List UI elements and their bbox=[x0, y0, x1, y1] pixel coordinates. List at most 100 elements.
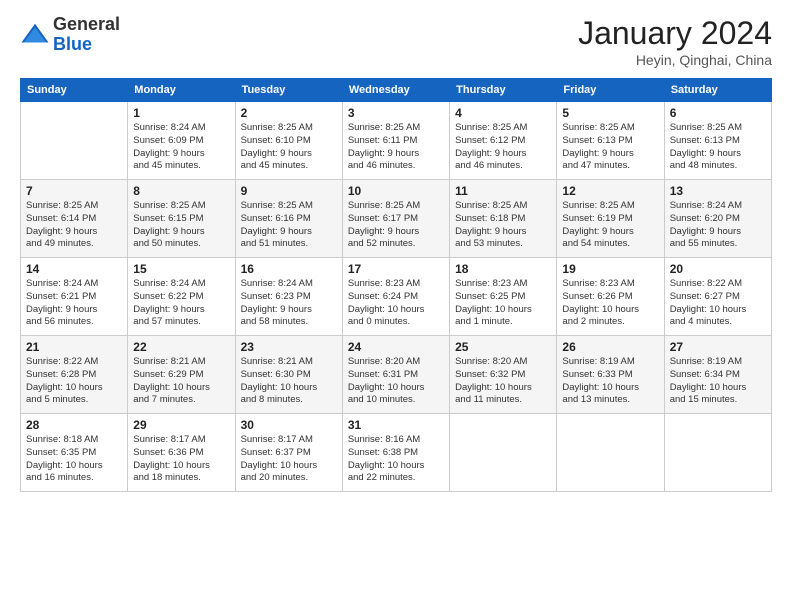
calendar-cell bbox=[450, 414, 557, 492]
day-number: 14 bbox=[26, 262, 122, 276]
calendar-cell: 27 Sunrise: 8:19 AMSunset: 6:34 PMDayligh… bbox=[664, 336, 771, 414]
day-info: Sunrise: 8:17 AMSunset: 6:37 PMDaylight:… bbox=[241, 434, 337, 485]
day-number: 18 bbox=[455, 262, 551, 276]
calendar-cell: 13Sunrise: 8:24 AMSunset: 6:20 PMDayligh… bbox=[664, 180, 771, 258]
day-number: 29 bbox=[133, 418, 229, 432]
calendar-dow-tuesday: Tuesday bbox=[235, 79, 342, 102]
logo-blue: Blue bbox=[53, 34, 92, 54]
day-number: 25 bbox=[455, 340, 551, 354]
day-info: Sunrise: 8:23 AMSunset: 6:26 PMDaylight:… bbox=[562, 278, 658, 329]
calendar-week-1: 7Sunrise: 8:25 AMSunset: 6:14 PMDaylight… bbox=[21, 180, 772, 258]
day-number: 31 bbox=[348, 418, 444, 432]
calendar-cell: 5Sunrise: 8:25 AMSunset: 6:13 PMDaylight… bbox=[557, 102, 664, 180]
day-info: Sunrise: 8:22 AMSunset: 6:27 PMDaylight:… bbox=[670, 278, 766, 329]
calendar-cell: 28Sunrise: 8:18 AMSunset: 6:35 PMDayligh… bbox=[21, 414, 128, 492]
day-info: Sunrise: 8:24 AMSunset: 6:22 PMDaylight:… bbox=[133, 278, 229, 329]
day-number: 12 bbox=[562, 184, 658, 198]
day-info: Sunrise: 8:19 AMSunset: 6:34 PMDaylight:… bbox=[670, 356, 766, 407]
day-info: Sunrise: 8:25 AMSunset: 6:17 PMDaylight:… bbox=[348, 200, 444, 251]
day-info: Sunrise: 8:21 AMSunset: 6:29 PMDaylight:… bbox=[133, 356, 229, 407]
calendar-cell: 15 Sunrise: 8:24 AMSunset: 6:22 PMDayligh… bbox=[128, 258, 235, 336]
day-number: 28 bbox=[26, 418, 122, 432]
day-info: Sunrise: 8:25 AMSunset: 6:13 PMDaylight:… bbox=[670, 122, 766, 173]
day-info: Sunrise: 8:24 AMSunset: 6:21 PMDaylight:… bbox=[26, 278, 122, 329]
location: Heyin, Qinghai, China bbox=[578, 52, 772, 68]
calendar-header-row: SundayMondayTuesdayWednesdayThursdayFrid… bbox=[21, 79, 772, 102]
calendar-cell: 9Sunrise: 8:25 AMSunset: 6:16 PMDaylight… bbox=[235, 180, 342, 258]
day-number: 21 bbox=[26, 340, 122, 354]
day-info: Sunrise: 8:25 AMSunset: 6:12 PMDaylight:… bbox=[455, 122, 551, 173]
calendar-dow-monday: Monday bbox=[128, 79, 235, 102]
day-info: Sunrise: 8:21 AMSunset: 6:30 PMDaylight:… bbox=[241, 356, 337, 407]
calendar-cell: 20Sunrise: 8:22 AMSunset: 6:27 PMDayligh… bbox=[664, 258, 771, 336]
day-info: Sunrise: 8:25 AMSunset: 6:10 PMDaylight:… bbox=[241, 122, 337, 173]
calendar-cell: 1 Sunrise: 8:24 AMSunset: 6:09 PMDaylight… bbox=[128, 102, 235, 180]
day-number: 1 bbox=[133, 106, 229, 120]
day-number: 16 bbox=[241, 262, 337, 276]
calendar-cell bbox=[21, 102, 128, 180]
day-info: Sunrise: 8:25 AMSunset: 6:18 PMDaylight:… bbox=[455, 200, 551, 251]
day-number: 22 bbox=[133, 340, 229, 354]
day-number: 26 bbox=[562, 340, 658, 354]
calendar-cell: 22 Sunrise: 8:21 AMSunset: 6:29 PMDayligh… bbox=[128, 336, 235, 414]
day-number: 24 bbox=[348, 340, 444, 354]
day-number: 4 bbox=[455, 106, 551, 120]
calendar-cell: 12 Sunrise: 8:25 AMSunset: 6:19 PMDayligh… bbox=[557, 180, 664, 258]
day-number: 6 bbox=[670, 106, 766, 120]
day-info: Sunrise: 8:24 AMSunset: 6:09 PMDaylight:… bbox=[133, 122, 229, 173]
day-info: Sunrise: 8:23 AMSunset: 6:25 PMDaylight:… bbox=[455, 278, 551, 329]
calendar-cell: 8 Sunrise: 8:25 AMSunset: 6:15 PMDaylight… bbox=[128, 180, 235, 258]
calendar-cell: 24 Sunrise: 8:20 AMSunset: 6:31 PMDayligh… bbox=[342, 336, 449, 414]
day-number: 15 bbox=[133, 262, 229, 276]
day-number: 11 bbox=[455, 184, 551, 198]
logo: General Blue bbox=[20, 15, 120, 55]
calendar-dow-saturday: Saturday bbox=[664, 79, 771, 102]
day-number: 2 bbox=[241, 106, 337, 120]
day-info: Sunrise: 8:25 AMSunset: 6:11 PMDaylight:… bbox=[348, 122, 444, 173]
calendar-week-4: 28Sunrise: 8:18 AMSunset: 6:35 PMDayligh… bbox=[21, 414, 772, 492]
day-number: 23 bbox=[241, 340, 337, 354]
day-info: Sunrise: 8:25 AMSunset: 6:19 PMDaylight:… bbox=[562, 200, 658, 251]
calendar-cell: 16Sunrise: 8:24 AMSunset: 6:23 PMDayligh… bbox=[235, 258, 342, 336]
calendar-cell: 17Sunrise: 8:23 AMSunset: 6:24 PMDayligh… bbox=[342, 258, 449, 336]
calendar-cell: 3Sunrise: 8:25 AMSunset: 6:11 PMDaylight… bbox=[342, 102, 449, 180]
calendar-cell: 19Sunrise: 8:23 AMSunset: 6:26 PMDayligh… bbox=[557, 258, 664, 336]
day-info: Sunrise: 8:16 AMSunset: 6:38 PMDaylight:… bbox=[348, 434, 444, 485]
calendar-cell: 10 Sunrise: 8:25 AMSunset: 6:17 PMDayligh… bbox=[342, 180, 449, 258]
day-info: Sunrise: 8:25 AMSunset: 6:16 PMDaylight:… bbox=[241, 200, 337, 251]
calendar-week-2: 14 Sunrise: 8:24 AMSunset: 6:21 PMDayligh… bbox=[21, 258, 772, 336]
calendar-dow-thursday: Thursday bbox=[450, 79, 557, 102]
calendar-cell: 14 Sunrise: 8:24 AMSunset: 6:21 PMDayligh… bbox=[21, 258, 128, 336]
day-number: 10 bbox=[348, 184, 444, 198]
calendar-dow-wednesday: Wednesday bbox=[342, 79, 449, 102]
calendar-cell: 6 Sunrise: 8:25 AMSunset: 6:13 PMDaylight… bbox=[664, 102, 771, 180]
calendar-week-0: 1 Sunrise: 8:24 AMSunset: 6:09 PMDaylight… bbox=[21, 102, 772, 180]
page: General Blue January 2024 Heyin, Qinghai… bbox=[0, 0, 792, 612]
calendar-table: SundayMondayTuesdayWednesdayThursdayFrid… bbox=[20, 78, 772, 492]
calendar-cell: 11 Sunrise: 8:25 AMSunset: 6:18 PMDayligh… bbox=[450, 180, 557, 258]
logo-text: General Blue bbox=[53, 15, 120, 55]
calendar-cell: 25 Sunrise: 8:20 AMSunset: 6:32 PMDayligh… bbox=[450, 336, 557, 414]
calendar-cell: 21 Sunrise: 8:22 AMSunset: 6:28 PMDayligh… bbox=[21, 336, 128, 414]
day-number: 17 bbox=[348, 262, 444, 276]
day-info: Sunrise: 8:20 AMSunset: 6:31 PMDaylight:… bbox=[348, 356, 444, 407]
calendar-dow-friday: Friday bbox=[557, 79, 664, 102]
header: General Blue January 2024 Heyin, Qinghai… bbox=[20, 15, 772, 68]
day-info: Sunrise: 8:17 AMSunset: 6:36 PMDaylight:… bbox=[133, 434, 229, 485]
day-number: 30 bbox=[241, 418, 337, 432]
calendar-cell: 26Sunrise: 8:19 AMSunset: 6:33 PMDayligh… bbox=[557, 336, 664, 414]
day-info: Sunrise: 8:24 AMSunset: 6:20 PMDaylight:… bbox=[670, 200, 766, 251]
day-info: Sunrise: 8:25 AMSunset: 6:14 PMDaylight:… bbox=[26, 200, 122, 251]
day-info: Sunrise: 8:20 AMSunset: 6:32 PMDaylight:… bbox=[455, 356, 551, 407]
day-info: Sunrise: 8:25 AMSunset: 6:15 PMDaylight:… bbox=[133, 200, 229, 251]
calendar-week-3: 21 Sunrise: 8:22 AMSunset: 6:28 PMDayligh… bbox=[21, 336, 772, 414]
day-info: Sunrise: 8:22 AMSunset: 6:28 PMDaylight:… bbox=[26, 356, 122, 407]
title-block: January 2024 Heyin, Qinghai, China bbox=[578, 15, 772, 68]
day-info: Sunrise: 8:25 AMSunset: 6:13 PMDaylight:… bbox=[562, 122, 658, 173]
day-number: 8 bbox=[133, 184, 229, 198]
day-number: 27 bbox=[670, 340, 766, 354]
calendar-cell: 23 Sunrise: 8:21 AMSunset: 6:30 PMDayligh… bbox=[235, 336, 342, 414]
calendar-cell: 18 Sunrise: 8:23 AMSunset: 6:25 PMDayligh… bbox=[450, 258, 557, 336]
calendar-cell: 7Sunrise: 8:25 AMSunset: 6:14 PMDaylight… bbox=[21, 180, 128, 258]
calendar-cell: 29 Sunrise: 8:17 AMSunset: 6:36 PMDayligh… bbox=[128, 414, 235, 492]
